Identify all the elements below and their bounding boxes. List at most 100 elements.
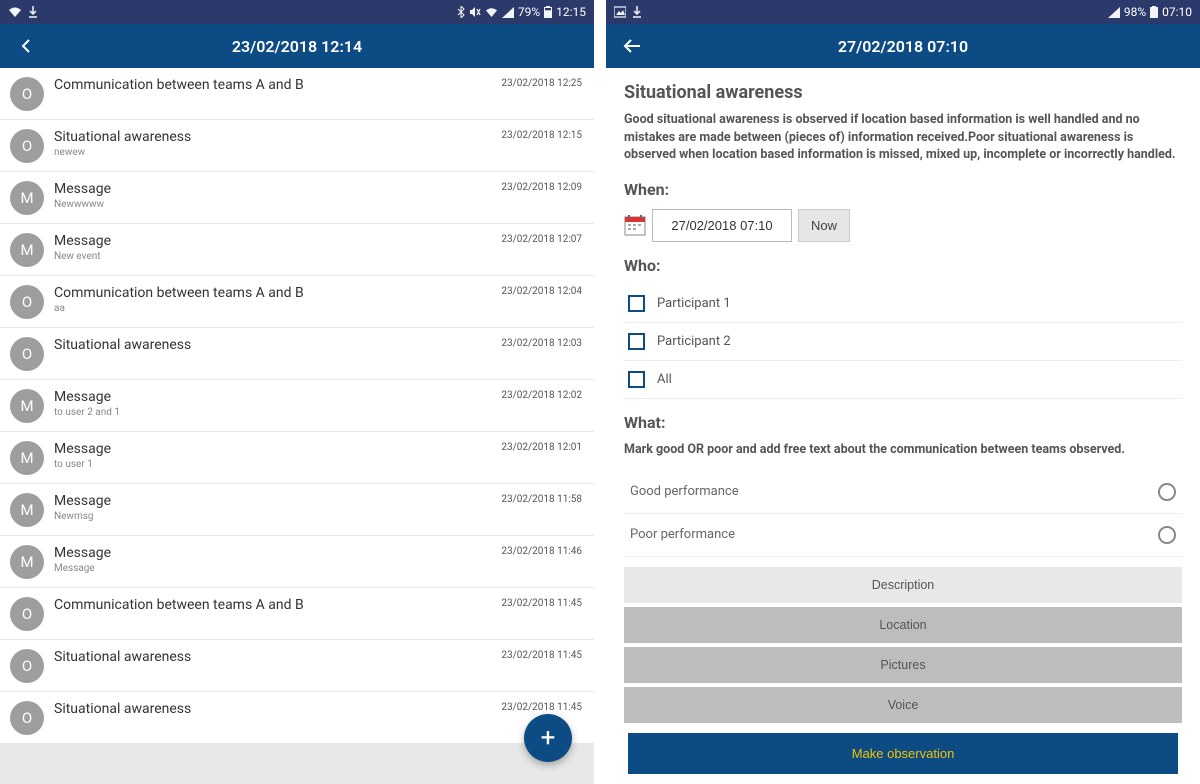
calendar-icon [624, 214, 646, 236]
list-item-title: Situational awareness [54, 700, 493, 718]
image-icon [614, 6, 626, 18]
list-item-title: Message [54, 232, 493, 250]
left-pane: 79% 12:15 23/02/2018 12:14 O Communicatio… [0, 0, 594, 784]
who-label: Who: [624, 256, 1182, 275]
list-item-time: 23/02/2018 12:07 [493, 232, 582, 245]
what-description: Mark good OR poor and add free text abou… [624, 442, 1182, 457]
bluetooth-icon [457, 6, 465, 18]
now-button[interactable]: Now [798, 209, 850, 242]
list-item[interactable]: M MessageNew event23/02/2018 12:07 [0, 224, 594, 276]
signal-icon [502, 7, 514, 18]
avatar: O [10, 649, 44, 683]
download-icon [28, 6, 38, 18]
wifi-icon-2 [485, 7, 498, 18]
voice-button[interactable]: Voice [624, 687, 1182, 723]
list-item-subtitle: aa [54, 302, 493, 315]
list-item-time: 23/02/2018 12:15 [493, 128, 582, 141]
who-item[interactable]: All [624, 361, 1182, 399]
checkbox[interactable] [628, 295, 645, 312]
form-description: Good situational awareness is observed i… [624, 111, 1182, 164]
avatar: M [10, 181, 44, 215]
list-item-time: 23/02/2018 12:03 [493, 336, 582, 349]
avatar: M [10, 493, 44, 527]
avatar: O [10, 129, 44, 163]
who-item-label: Participant 2 [657, 334, 731, 349]
datetime-input[interactable] [652, 209, 792, 242]
avatar: M [10, 233, 44, 267]
appbar-title: 27/02/2018 07:10 [644, 37, 1162, 56]
description-button[interactable]: Description [624, 567, 1182, 603]
list-item-title: Message [54, 440, 493, 458]
list-item-time: 23/02/2018 12:25 [493, 76, 582, 89]
mute-icon [469, 6, 481, 18]
list-item-title: Communication between teams A and B [54, 596, 493, 614]
list-item-subtitle: New event [54, 250, 493, 263]
list-item[interactable]: O Situational awarenessnewew23/02/2018 12… [0, 120, 594, 172]
back-button[interactable] [14, 34, 38, 58]
list-item-title: Situational awareness [54, 336, 493, 354]
what-label: What: [624, 413, 1182, 432]
list-item-title: Message [54, 180, 493, 198]
appbar-left: 23/02/2018 12:14 [0, 24, 594, 68]
right-pane: 98% 07:10 27/02/2018 07:10 Situational a… [606, 0, 1200, 784]
status-bar-right: 98% 07:10 [606, 0, 1200, 24]
radio-good[interactable] [1158, 483, 1176, 501]
list-item[interactable]: OSituational awareness23/02/2018 11:45 [0, 640, 594, 692]
list-item-time: 23/02/2018 11:58 [493, 492, 582, 505]
checkbox[interactable] [628, 371, 645, 388]
make-observation-button[interactable]: Make observation [628, 733, 1178, 774]
list-item-title: Situational awareness [54, 648, 493, 666]
list-item[interactable]: MMessageNewmsg23/02/2018 11:58 [0, 484, 594, 536]
who-item[interactable]: Participant 1 [624, 285, 1182, 323]
avatar: M [10, 545, 44, 579]
avatar: M [10, 389, 44, 423]
battery-icon [544, 6, 552, 18]
message-list[interactable]: OCommunication between teams A and B23/0… [0, 68, 594, 784]
battery-percent: 79% [518, 5, 540, 19]
location-button[interactable]: Location [624, 607, 1182, 643]
battery-icon [1150, 6, 1158, 18]
list-item[interactable]: O Communication between teams A and B23/0… [0, 588, 594, 640]
who-item[interactable]: Participant 2 [624, 323, 1182, 361]
list-item-time: 23/02/2018 12:04 [493, 284, 582, 297]
radio-poor[interactable] [1158, 526, 1176, 544]
list-item[interactable]: OSituational awareness23/02/2018 12:03 [0, 328, 594, 380]
list-item-title: Message [54, 388, 493, 406]
when-label: When: [624, 180, 1182, 199]
detail-form: Situational awareness Good situational a… [606, 68, 1200, 784]
list-item-subtitle: newew [54, 146, 493, 159]
list-item-title: Communication between teams A and B [54, 284, 493, 302]
list-item[interactable]: MMessageto user 123/02/2018 12:01 [0, 432, 594, 484]
list-item-time: 23/02/2018 12:02 [493, 388, 582, 401]
checkbox[interactable] [628, 333, 645, 350]
signal-icon [1108, 7, 1120, 18]
wifi-icon [8, 6, 22, 18]
avatar: O [10, 285, 44, 319]
plus-icon: + [541, 723, 556, 753]
who-item-label: Participant 1 [657, 296, 731, 311]
list-item[interactable]: M Messageto user 2 and 123/02/2018 12:02 [0, 380, 594, 432]
status-time: 12:15 [556, 5, 586, 19]
list-item-time: 23/02/2018 11:45 [493, 596, 582, 609]
avatar: O [10, 597, 44, 631]
list-item-time: 23/02/2018 12:01 [493, 440, 582, 453]
list-item-subtitle: to user 2 and 1 [54, 406, 493, 419]
appbar-title: 23/02/2018 12:14 [38, 37, 556, 56]
list-item-title: Communication between teams A and B [54, 76, 493, 94]
pictures-button[interactable]: Pictures [624, 647, 1182, 683]
fab-add-button[interactable]: + [524, 714, 572, 762]
avatar: M [10, 441, 44, 475]
avatar: O [10, 701, 44, 735]
list-item[interactable]: O Communication between teams A and Baa23… [0, 276, 594, 328]
list-item-title: Message [54, 544, 493, 562]
list-item[interactable]: MMessageMessage23/02/2018 11:46 [0, 536, 594, 588]
radio-poor-row[interactable]: Poor performance [624, 514, 1182, 557]
list-item[interactable]: OCommunication between teams A and B23/0… [0, 68, 594, 120]
list-item-title: Situational awareness [54, 128, 493, 146]
radio-poor-label: Poor performance [630, 527, 735, 542]
back-button[interactable] [620, 34, 644, 58]
radio-good-row[interactable]: Good performance [624, 471, 1182, 514]
list-item[interactable]: MMessageNewwwww23/02/2018 12:09 [0, 172, 594, 224]
list-item[interactable]: OSituational awareness23/02/2018 11:45 [0, 692, 594, 744]
appbar-right: 27/02/2018 07:10 [606, 24, 1200, 68]
